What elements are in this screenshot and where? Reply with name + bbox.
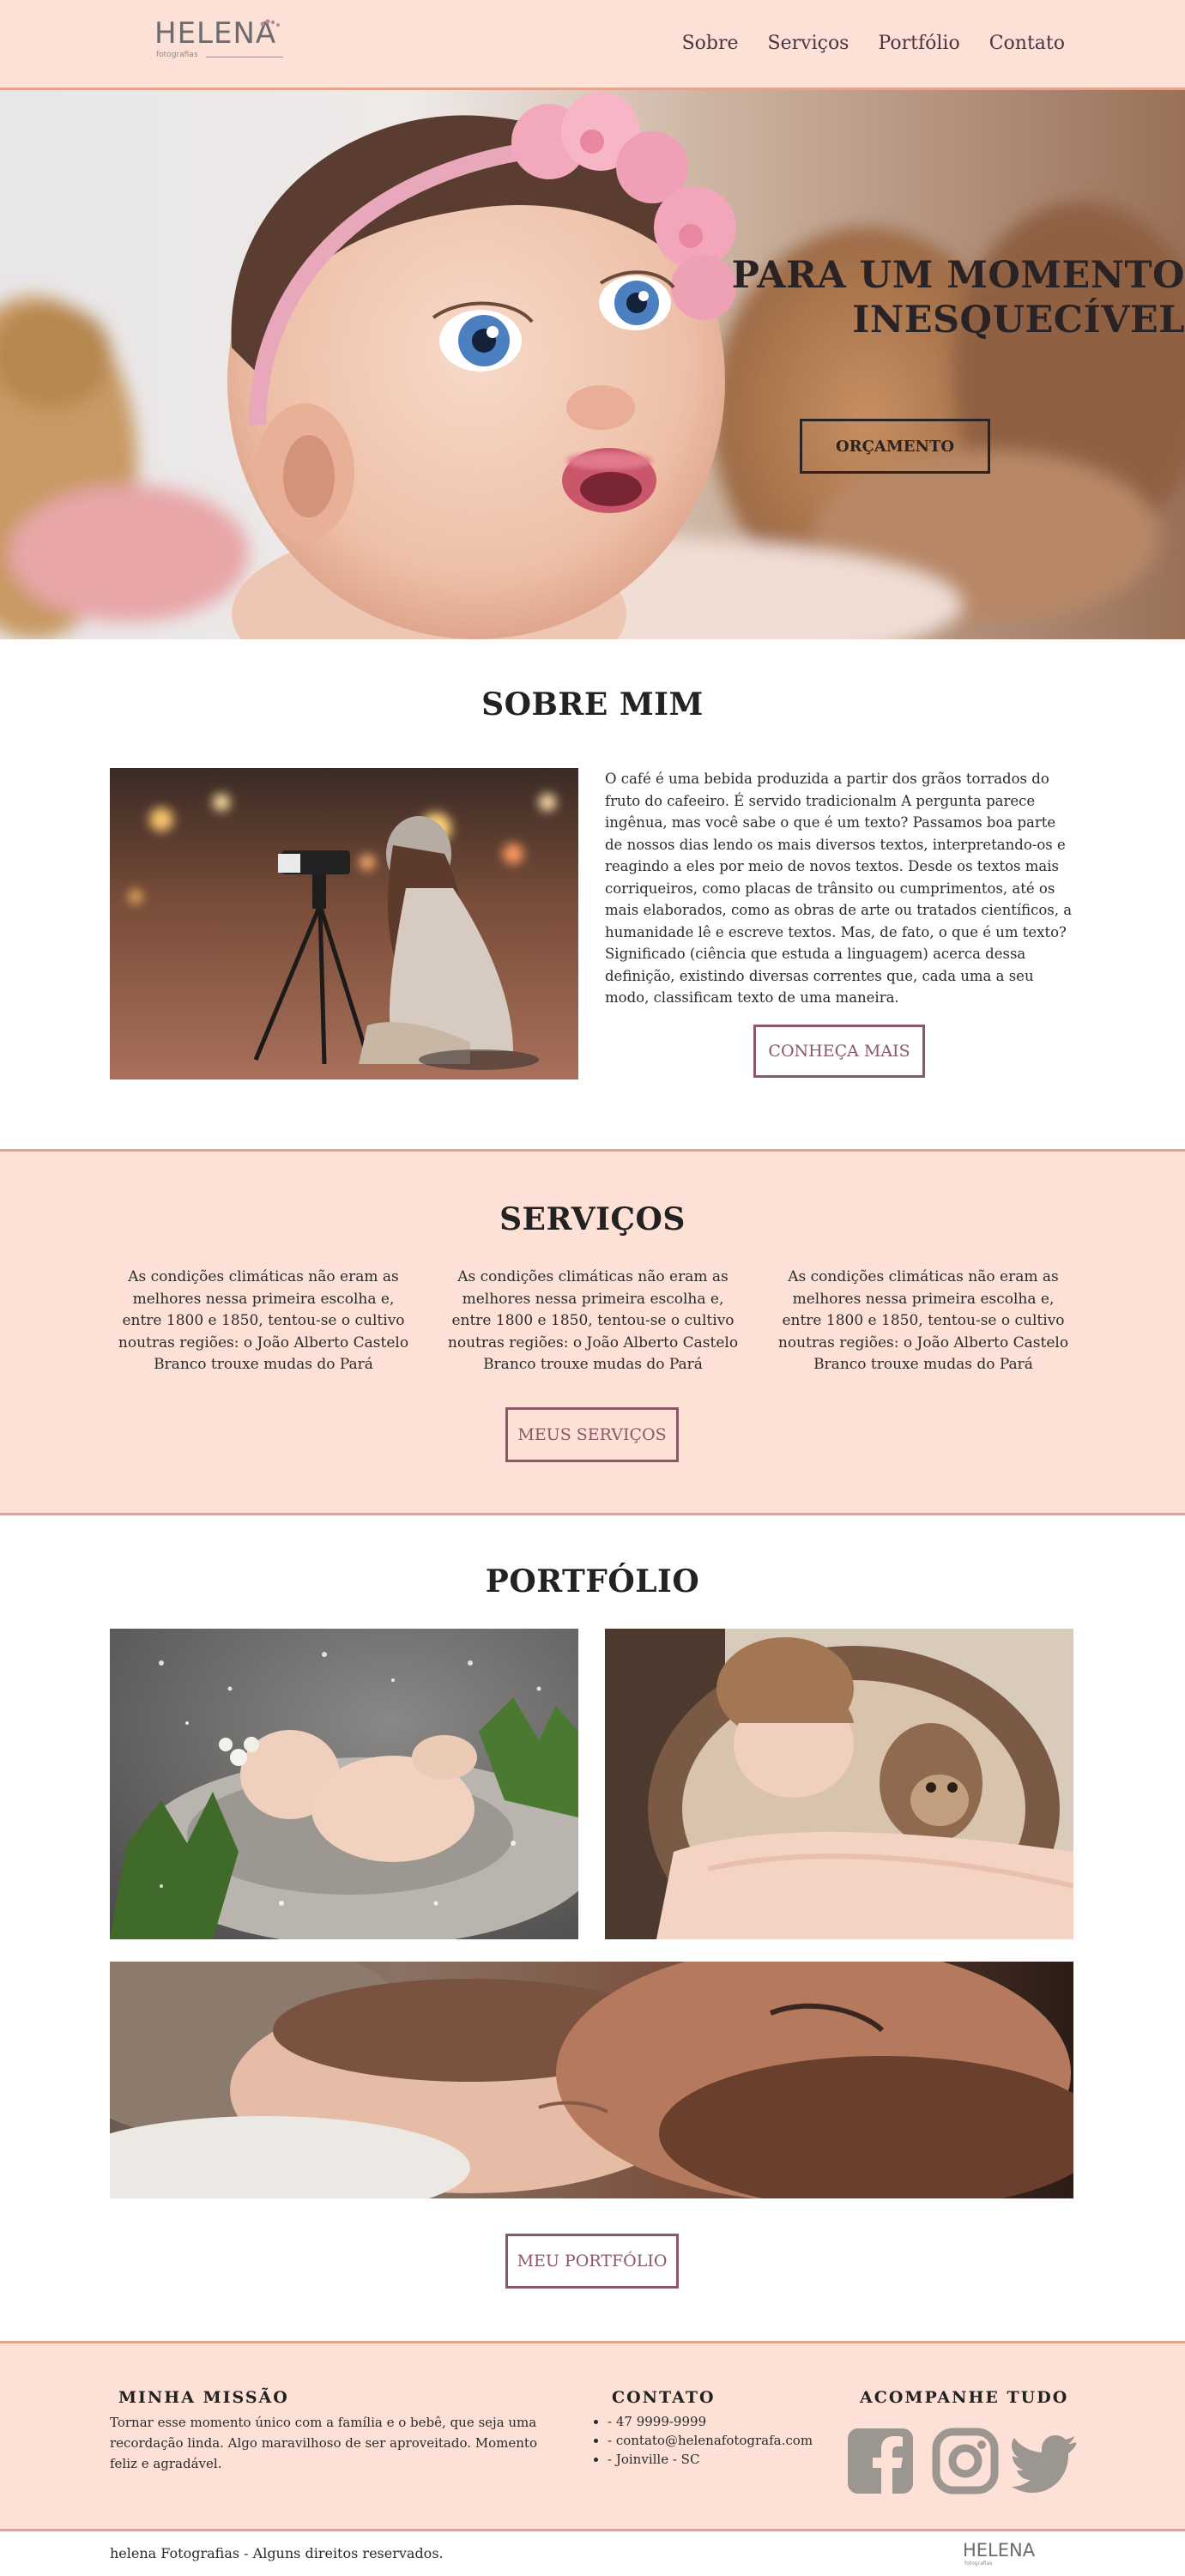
sobre-paragraph: O café é uma bebida produzida a partir d… bbox=[605, 771, 1073, 1006]
portfolio-photo-3[interactable] bbox=[110, 1962, 1073, 2198]
meus-servicos-button[interactable]: MEUS SERVIÇOS bbox=[505, 1407, 679, 1462]
main-nav: Sobre Serviços Portfólio Contato bbox=[682, 33, 1065, 54]
meu-portfolio-button[interactable]: MEU PORTFÓLIO bbox=[505, 2234, 679, 2289]
missao-text: Tornar esse momento único com a família … bbox=[110, 2415, 537, 2471]
conheca-mais-button[interactable]: CONHEÇA MAIS bbox=[753, 1025, 925, 1078]
contato-email[interactable]: - contato@helenafotografa.com bbox=[608, 2431, 813, 2450]
servico-text-2: As condições climáticas não eram as melh… bbox=[447, 1268, 739, 1373]
nav-link-servicos[interactable]: Serviços bbox=[768, 33, 849, 54]
hero-banner: PARA UM MOMENTO INESQUECÍVEL ORÇAMENTO bbox=[0, 90, 1185, 639]
servico-text-3: As condições climáticas não eram as melh… bbox=[777, 1268, 1069, 1373]
hero-baby-photo bbox=[0, 90, 1185, 639]
servicos-section: SERVIÇOS As condições climáticas não era… bbox=[0, 1149, 1185, 1515]
missao-title: MINHA MISSÃO bbox=[118, 2388, 289, 2407]
hero-title-line2: INESQUECÍVEL bbox=[852, 299, 1185, 342]
sobre-photo bbox=[110, 768, 578, 1079]
instagram-icon[interactable] bbox=[931, 2426, 1000, 2496]
contato-title: CONTATO bbox=[612, 2388, 716, 2407]
footer-logo-subtitle: fotografias bbox=[964, 2561, 993, 2567]
camera-mark-icon bbox=[260, 19, 280, 27]
copyright-text: helena Fotografias - Alguns direitos res… bbox=[110, 2545, 444, 2561]
site-footer: MINHA MISSÃO Tornar esse momento único c… bbox=[0, 2341, 1185, 2531]
nav-link-portfolio[interactable]: Portfólio bbox=[878, 33, 959, 54]
nav-link-contato[interactable]: Contato bbox=[989, 33, 1065, 54]
hero-title-line1: PARA UM MOMENTO bbox=[731, 254, 1185, 297]
bottom-bar: helena Fotografias - Alguns direitos res… bbox=[0, 2531, 1185, 2576]
nav-link-sobre[interactable]: Sobre bbox=[682, 33, 739, 54]
sobre-title: SOBRE MIM bbox=[481, 686, 704, 723]
logo[interactable]: HELENA fotografias bbox=[154, 19, 283, 69]
twitter-icon[interactable] bbox=[1011, 2426, 1079, 2496]
portfolio-photo-1[interactable] bbox=[110, 1629, 578, 1939]
contato-list: - 47 9999-9999 - contato@helenafotografa… bbox=[608, 2412, 813, 2469]
hero-title: PARA UM MOMENTO INESQUECÍVEL bbox=[704, 253, 1185, 342]
portfolio-photo-2[interactable] bbox=[605, 1629, 1073, 1939]
site-header: HELENA fotografias Sobre Serviços Portfó… bbox=[0, 0, 1185, 90]
footer-logo[interactable]: HELENA fotografias bbox=[963, 2538, 1045, 2569]
contato-phone: - 47 9999-9999 bbox=[608, 2412, 813, 2431]
facebook-icon[interactable] bbox=[846, 2426, 915, 2496]
contato-location: - Joinville - SC bbox=[608, 2450, 813, 2469]
orcamento-button[interactable]: ORÇAMENTO bbox=[800, 419, 990, 474]
servicos-title: SERVIÇOS bbox=[499, 1201, 686, 1237]
servico-text-1: As condições climáticas não eram as melh… bbox=[118, 1268, 409, 1373]
portfolio-title: PORTFÓLIO bbox=[485, 1563, 700, 1599]
social-title: ACOMPANHE TUDO bbox=[860, 2388, 1069, 2407]
footer-logo-wordmark: HELENA bbox=[963, 2540, 1036, 2561]
logo-subtitle: fotografias bbox=[156, 51, 198, 59]
